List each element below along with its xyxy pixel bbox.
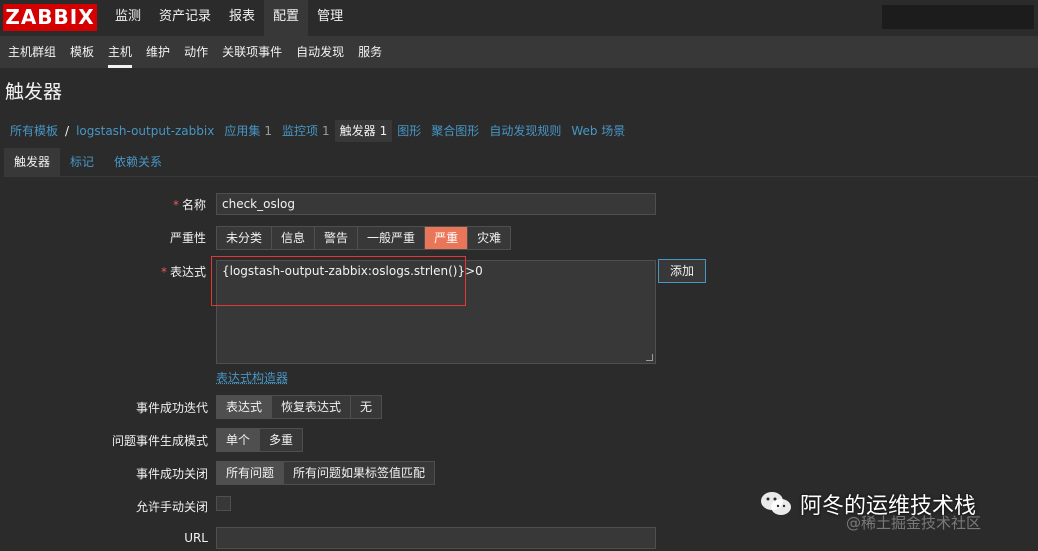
sub-menu-event-correlation[interactable]: 关联项事件 <box>215 36 289 68</box>
manual-close-checkbox[interactable] <box>216 496 231 511</box>
page-title: 触发器 <box>5 81 63 103</box>
name-label: * 名称 <box>6 196 206 213</box>
ok-event-closes-label: 事件成功关闭 <box>135 467 208 481</box>
breadcrumb-discovery-rules[interactable]: 自动发现规则 <box>484 120 566 142</box>
severity-information[interactable]: 信息 <box>272 227 316 249</box>
wechat-icon <box>760 490 792 518</box>
zabbix-logo[interactable]: ZABBIX <box>3 4 97 31</box>
top-menu-inventory[interactable]: 资产记录 <box>150 0 220 36</box>
top-menu-administration[interactable]: 管理 <box>308 0 352 36</box>
breadcrumb-items[interactable]: 监控项 1 <box>277 120 335 142</box>
sub-menu-services[interactable]: 服务 <box>351 36 389 68</box>
breadcrumb-graphs[interactable]: 图形 <box>392 120 426 142</box>
expression-constructor-link[interactable]: 表达式构造器 <box>216 369 288 386</box>
problem-event-mode-label: 问题事件生成模式 <box>111 434 208 448</box>
sub-menu-host-groups[interactable]: 主机群组 <box>1 36 63 68</box>
severity-warning[interactable]: 警告 <box>315 227 359 249</box>
tab-dependencies[interactable]: 依赖关系 <box>104 148 172 177</box>
tab-tags[interactable]: 标记 <box>60 148 104 177</box>
sub-menu-hosts[interactable]: 主机 <box>101 36 139 68</box>
breadcrumb-items-count: 1 <box>321 124 330 138</box>
top-navigation: ZABBIX 监测 资产记录 报表 配置 管理 <box>0 0 1038 36</box>
breadcrumb-host[interactable]: logstash-output-zabbix <box>71 120 219 142</box>
breadcrumb-applications-count: 1 <box>264 124 272 138</box>
ok-event-closes-selector: 所有问题 所有问题如果标签值匹配 <box>216 461 436 485</box>
top-menu-configuration[interactable]: 配置 <box>264 0 309 36</box>
severity-selector: 未分类 信息 警告 一般严重 严重 灾难 <box>216 226 512 250</box>
expression-label-text: 表达式 <box>169 265 206 279</box>
breadcrumb-applications-label: 应用集 <box>224 124 261 138</box>
form-tabs: 触发器 标记 依赖关系 <box>4 148 1038 177</box>
expression-label: * 表达式 <box>6 263 206 280</box>
severity-high[interactable]: 严重 <box>425 227 469 249</box>
severity-label: 严重性 <box>169 231 206 245</box>
highlight-box <box>211 256 466 306</box>
sub-menu-maintenance[interactable]: 维护 <box>139 36 177 68</box>
breadcrumb-triggers-label: 触发器 <box>339 124 376 138</box>
watermark-secondary-text: @稀土掘金技术社区 <box>846 514 982 532</box>
breadcrumb-web-scenarios[interactable]: Web 场景 <box>566 120 630 142</box>
top-menu: 监测 资产记录 报表 配置 管理 <box>106 0 352 36</box>
ok-event-generation-label: 事件成功迭代 <box>135 401 208 415</box>
breadcrumb-triggers[interactable]: 触发器 1 <box>334 120 393 142</box>
url-field[interactable] <box>216 527 656 549</box>
closes-tag-match[interactable]: 所有问题如果标签值匹配 <box>284 462 435 484</box>
manual-close-label: 允许手动关闭 <box>135 500 208 514</box>
sub-menu: 主机群组 模板 主机 维护 动作 关联项事件 自动发现 服务 <box>0 36 1038 68</box>
severity-not-classified[interactable]: 未分类 <box>217 227 273 249</box>
severity-average[interactable]: 一般严重 <box>358 227 426 249</box>
problem-mode-single[interactable]: 单个 <box>217 429 261 451</box>
name-field[interactable]: check_oslog <box>216 193 656 215</box>
add-expression-button[interactable]: 添加 <box>658 259 706 283</box>
url-label: URL <box>184 531 208 545</box>
global-search-input[interactable] <box>882 5 1034 29</box>
name-required-mark: * <box>172 198 179 212</box>
breadcrumb-separator: / <box>65 124 70 138</box>
ok-event-recovery-expression[interactable]: 恢复表达式 <box>272 396 352 418</box>
severity-disaster[interactable]: 灾难 <box>468 227 511 249</box>
resize-handle[interactable] <box>646 354 653 361</box>
sub-menu-templates[interactable]: 模板 <box>63 36 101 68</box>
problem-mode-multiple[interactable]: 多重 <box>260 429 303 451</box>
breadcrumb-all-templates[interactable]: 所有模板 <box>5 120 63 142</box>
top-menu-monitoring[interactable]: 监测 <box>106 0 150 36</box>
breadcrumb: 所有模板 / logstash-output-zabbix 应用集 1 监控项 1 … <box>0 116 1038 146</box>
tab-trigger[interactable]: 触发器 <box>4 148 61 177</box>
breadcrumb-applications[interactable]: 应用集 1 <box>219 120 277 142</box>
breadcrumb-items-label: 监控项 <box>281 124 318 138</box>
breadcrumb-screens[interactable]: 聚合图形 <box>426 120 484 142</box>
ok-event-none[interactable]: 无 <box>351 396 382 418</box>
closes-all-problems[interactable]: 所有问题 <box>217 462 285 484</box>
name-label-text: 名称 <box>181 198 206 212</box>
sub-menu-actions[interactable]: 动作 <box>177 36 215 68</box>
ok-event-expression[interactable]: 表达式 <box>217 396 273 418</box>
top-menu-reports[interactable]: 报表 <box>220 0 264 36</box>
problem-event-mode-selector: 单个 多重 <box>216 428 304 452</box>
expression-required-mark: * <box>160 265 167 279</box>
page-header: 触发器 <box>0 68 1038 112</box>
sub-menu-discovery[interactable]: 自动发现 <box>289 36 351 68</box>
breadcrumb-triggers-count: 1 <box>379 124 388 138</box>
ok-event-generation-selector: 表达式 恢复表达式 无 <box>216 395 383 419</box>
